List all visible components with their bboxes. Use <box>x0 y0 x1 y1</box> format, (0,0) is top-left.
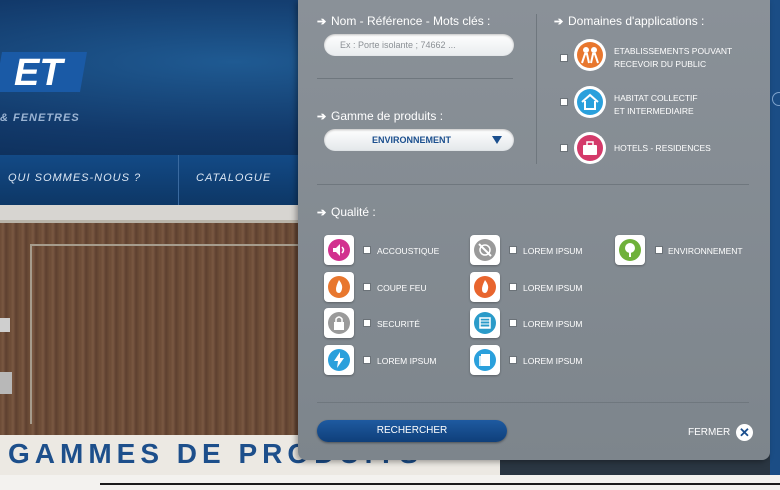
divider <box>317 402 749 403</box>
qualite-checkbox-lorem-ipsum[interactable] <box>509 246 517 254</box>
domaine-checkbox-hotels[interactable] <box>560 144 568 152</box>
domaine-label-hotels: HOTELS - RESIDENCES <box>614 143 711 153</box>
qualite-label: LOREM IPSUM <box>523 319 583 329</box>
panel-icon <box>470 345 500 375</box>
domaine-label-erp: ETABLISSEMENTS POUVANT RECEVOIR DU PUBLIC <box>614 46 733 69</box>
qualite-checkbox-lorem-ipsum[interactable] <box>509 283 517 291</box>
keyword-section-title: ➔ Nom - Référence - Mots clés : <box>317 14 491 28</box>
qualite-label: ENVIRONNEMENT <box>668 246 743 256</box>
caret-down-icon <box>492 136 502 144</box>
domaine-checkbox-erp[interactable] <box>560 54 568 62</box>
nav-divider <box>178 155 179 205</box>
qualite-checkbox-lorem-ipsum[interactable] <box>509 356 517 364</box>
sound-icon <box>324 235 354 265</box>
right-edge-decoration <box>770 0 780 490</box>
grid-icon <box>470 308 500 338</box>
tree-icon <box>615 235 645 265</box>
qualite-checkbox-accoustique[interactable] <box>363 246 371 254</box>
suitcase-icon <box>574 132 606 164</box>
keyword-search-input[interactable] <box>324 34 514 56</box>
qualite-label: SECURITÉ <box>377 319 420 329</box>
logo-subtitle: & FENETRES <box>0 112 80 124</box>
arrow-right-icon: ➔ <box>317 111 327 123</box>
divider <box>317 78 513 79</box>
qualite-label: LOREM IPSUM <box>523 246 583 256</box>
vertical-divider <box>536 14 537 164</box>
qualite-checkbox-coupe-feu[interactable] <box>363 283 371 291</box>
fire-icon <box>324 272 354 302</box>
lightning-icon <box>324 345 354 375</box>
arrow-right-icon: ➔ <box>554 16 564 28</box>
gamme-select[interactable]: ENVIRONNEMENT <box>324 129 514 151</box>
qualite-checkbox-environnement[interactable] <box>655 246 663 254</box>
nav-item-catalogue[interactable]: CATALOGUE <box>196 172 271 184</box>
search-panel: ➔Nom - Référence - Mots clés : ➔Gamme de… <box>298 0 770 460</box>
door-handle <box>0 318 10 332</box>
qualite-checkbox-lorem-ipsum[interactable] <box>509 319 517 327</box>
domaine-label-habitat: HABITAT COLLECTIF ET INTERMEDIAIRE <box>614 93 698 116</box>
arrow-right-icon: ➔ <box>317 16 327 28</box>
door-lock <box>0 372 12 394</box>
divider <box>317 184 749 185</box>
logo[interactable]: ET <box>0 42 92 102</box>
cross-circle-icon <box>470 235 500 265</box>
qualite-label: LOREM IPSUM <box>523 356 583 366</box>
qualite-label: LOREM IPSUM <box>523 283 583 293</box>
qualite-label: ACCOUSTIQUE <box>377 246 440 256</box>
nav-item-qui-sommes-nous[interactable]: QUI SOMMES-NOUS ? <box>8 172 141 184</box>
domaine-checkbox-habitat[interactable] <box>560 98 568 106</box>
fire-icon <box>470 272 500 302</box>
close-icon[interactable]: ✕ <box>736 424 753 441</box>
house-icon <box>574 86 606 118</box>
lock-icon <box>324 308 354 338</box>
qualite-label: LOREM IPSUM <box>377 356 437 366</box>
svg-text:ET: ET <box>14 52 65 94</box>
qualite-section-title: ➔ Qualité : <box>317 205 376 219</box>
qualite-label: COUPE FEU <box>377 283 427 293</box>
qualite-checkbox-lorem-ipsum[interactable] <box>363 356 371 364</box>
search-button[interactable]: RECHERCHER <box>317 420 507 442</box>
arrow-right-icon: ➔ <box>317 207 327 219</box>
gamme-section-title: ➔ Gamme de produits : <box>317 109 444 123</box>
people-icon <box>574 39 606 71</box>
footer-strip <box>0 475 780 490</box>
close-label: FERMER <box>688 427 731 438</box>
qualite-checkbox-securite[interactable] <box>363 319 371 327</box>
gamme-selected-value: ENVIRONNEMENT <box>371 135 451 145</box>
domaines-section-title: ➔ Domaines d'applications : <box>554 14 705 28</box>
